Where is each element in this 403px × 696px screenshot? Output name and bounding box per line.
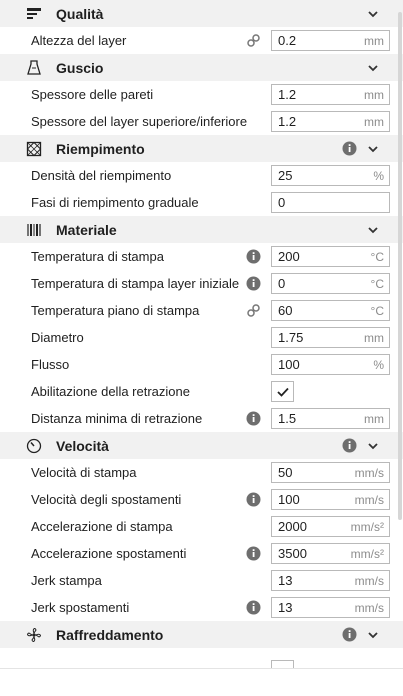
bottom-bar xyxy=(0,668,403,696)
setting-travel-jerk: Jerk spostamenti 13 mm/s xyxy=(0,594,403,621)
info-icon[interactable] xyxy=(246,411,261,426)
print-settings-panel: Qualità Altezza del layer 0.2 mm Guscio S… xyxy=(0,0,403,668)
info-icon[interactable] xyxy=(246,546,261,561)
section-title: Riempimento xyxy=(56,140,145,157)
chevron-down-icon[interactable] xyxy=(365,6,381,22)
link-icon[interactable] xyxy=(246,303,261,318)
setting-label: Temperatura di stampa layer iniziale xyxy=(31,276,240,291)
setting-label: Abilitazione della retrazione xyxy=(31,384,190,399)
setting-infill-density: Densità del riempimento 25% xyxy=(0,162,403,189)
setting-label: Velocità di stampa xyxy=(31,465,137,480)
cooling-checkbox-partial[interactable] xyxy=(271,660,294,668)
travel-accel-input[interactable]: 3500 mm/s² xyxy=(271,543,390,564)
chevron-down-icon[interactable] xyxy=(365,438,381,454)
shell-icon xyxy=(25,59,43,77)
setting-label: Diametro xyxy=(31,330,84,345)
setting-label: Flusso xyxy=(31,357,70,372)
info-icon[interactable] xyxy=(342,141,357,156)
setting-travel-speed: Velocità degli spostamenti 100 mm/s xyxy=(0,486,403,513)
info-icon[interactable] xyxy=(246,600,261,615)
setting-label: Spessore delle pareti xyxy=(31,87,154,102)
setting-print-temp: Temperatura di stampa 200 °C xyxy=(0,243,403,270)
gradual-infill-input[interactable]: 0 xyxy=(271,192,390,213)
setting-label: Temperatura piano di stampa xyxy=(31,303,200,318)
setting-top-bottom-thickness: Spessore del layer superiore/inferiore 1… xyxy=(0,108,403,135)
print-speed-input[interactable]: 50 mm/s xyxy=(271,462,390,483)
bed-temp-input[interactable]: 60 °C xyxy=(271,300,390,321)
check-icon xyxy=(276,387,289,397)
chevron-down-icon[interactable] xyxy=(365,141,381,157)
setting-label: Spessore del layer superiore/inferiore xyxy=(31,114,248,129)
setting-print-speed: Velocità di stampa 50 mm/s xyxy=(0,459,403,486)
flow-input[interactable]: 100% xyxy=(271,354,390,375)
section-title: Materiale xyxy=(56,221,117,238)
fan-icon xyxy=(25,626,43,644)
setting-bed-temp: Temperatura piano di stampa 60 °C xyxy=(0,297,403,324)
info-icon[interactable] xyxy=(246,492,261,507)
layer-height-input[interactable]: 0.2 mm xyxy=(271,30,390,51)
section-title: Raffreddamento xyxy=(56,626,164,643)
material-icon xyxy=(25,221,43,239)
quality-bars-icon xyxy=(25,5,43,23)
info-icon[interactable] xyxy=(342,627,357,642)
setting-gradual-infill: Fasi di riempimento graduale 0 xyxy=(0,189,403,216)
setting-label: Altezza del layer xyxy=(31,33,127,48)
section-header-speed[interactable]: Velocità xyxy=(0,432,403,459)
section-title: Velocità xyxy=(56,437,109,454)
setting-travel-accel: Accelerazione spostamenti 3500 mm/s² xyxy=(0,540,403,567)
setting-label: Distanza minima di retrazione xyxy=(31,411,203,426)
print-accel-input[interactable]: 2000 mm/s² xyxy=(271,516,390,537)
setting-label: Jerk spostamenti xyxy=(31,600,130,615)
section-header-cooling[interactable]: Raffreddamento xyxy=(0,621,403,648)
setting-label: Accelerazione di stampa xyxy=(31,519,173,534)
infill-density-input[interactable]: 25% xyxy=(271,165,390,186)
print-temp-input[interactable]: 200 °C xyxy=(271,246,390,267)
setting-diameter: Diametro 1.75 mm xyxy=(0,324,403,351)
setting-label: Temperatura di stampa xyxy=(31,249,164,264)
retraction-checkbox[interactable] xyxy=(271,381,294,402)
info-icon[interactable] xyxy=(246,249,261,264)
info-icon[interactable] xyxy=(342,438,357,453)
setting-print-accel: Accelerazione di stampa 2000 mm/s² xyxy=(0,513,403,540)
setting-retraction-enable: Abilitazione della retrazione xyxy=(0,378,403,405)
chevron-down-icon[interactable] xyxy=(365,222,381,238)
setting-layer-height: Altezza del layer 0.2 mm xyxy=(0,27,403,54)
info-icon[interactable] xyxy=(246,276,261,291)
infill-icon xyxy=(25,140,43,158)
setting-print-jerk: Jerk stampa 13 mm/s xyxy=(0,567,403,594)
travel-jerk-input[interactable]: 13 mm/s xyxy=(271,597,390,618)
link-icon[interactable] xyxy=(246,33,261,48)
chevron-down-icon[interactable] xyxy=(365,627,381,643)
section-header-quality[interactable]: Qualità xyxy=(0,0,403,27)
section-header-shell[interactable]: Guscio xyxy=(0,54,403,81)
setting-wall-thickness: Spessore delle pareti 1.2 mm xyxy=(0,81,403,108)
top-bottom-thickness-input[interactable]: 1.2 mm xyxy=(271,111,390,132)
setting-label: Fasi di riempimento graduale xyxy=(31,195,199,210)
wall-thickness-input[interactable]: 1.2 mm xyxy=(271,84,390,105)
setting-label: Jerk stampa xyxy=(31,573,102,588)
initial-layer-temp-input[interactable]: 0 °C xyxy=(271,273,390,294)
setting-label: Densità del riempimento xyxy=(31,168,172,183)
setting-initial-layer-temp: Temperatura di stampa layer iniziale 0 °C xyxy=(0,270,403,297)
section-header-infill[interactable]: Riempimento xyxy=(0,135,403,162)
setting-label: Velocità degli spostamenti xyxy=(31,492,182,507)
diameter-input[interactable]: 1.75 mm xyxy=(271,327,390,348)
setting-flow: Flusso 100% xyxy=(0,351,403,378)
speed-icon xyxy=(25,437,43,455)
travel-speed-input[interactable]: 100 mm/s xyxy=(271,489,390,510)
setting-retraction-min-distance: Distanza minima di retrazione 1.5 mm xyxy=(0,405,403,432)
retraction-min-distance-input[interactable]: 1.5 mm xyxy=(271,408,390,429)
section-header-material[interactable]: Materiale xyxy=(0,216,403,243)
setting-label: Accelerazione spostamenti xyxy=(31,546,187,561)
chevron-down-icon[interactable] xyxy=(365,60,381,76)
section-title: Guscio xyxy=(56,59,104,76)
scrollbar[interactable] xyxy=(398,12,402,520)
section-title: Qualità xyxy=(56,5,104,22)
print-jerk-input[interactable]: 13 mm/s xyxy=(271,570,390,591)
